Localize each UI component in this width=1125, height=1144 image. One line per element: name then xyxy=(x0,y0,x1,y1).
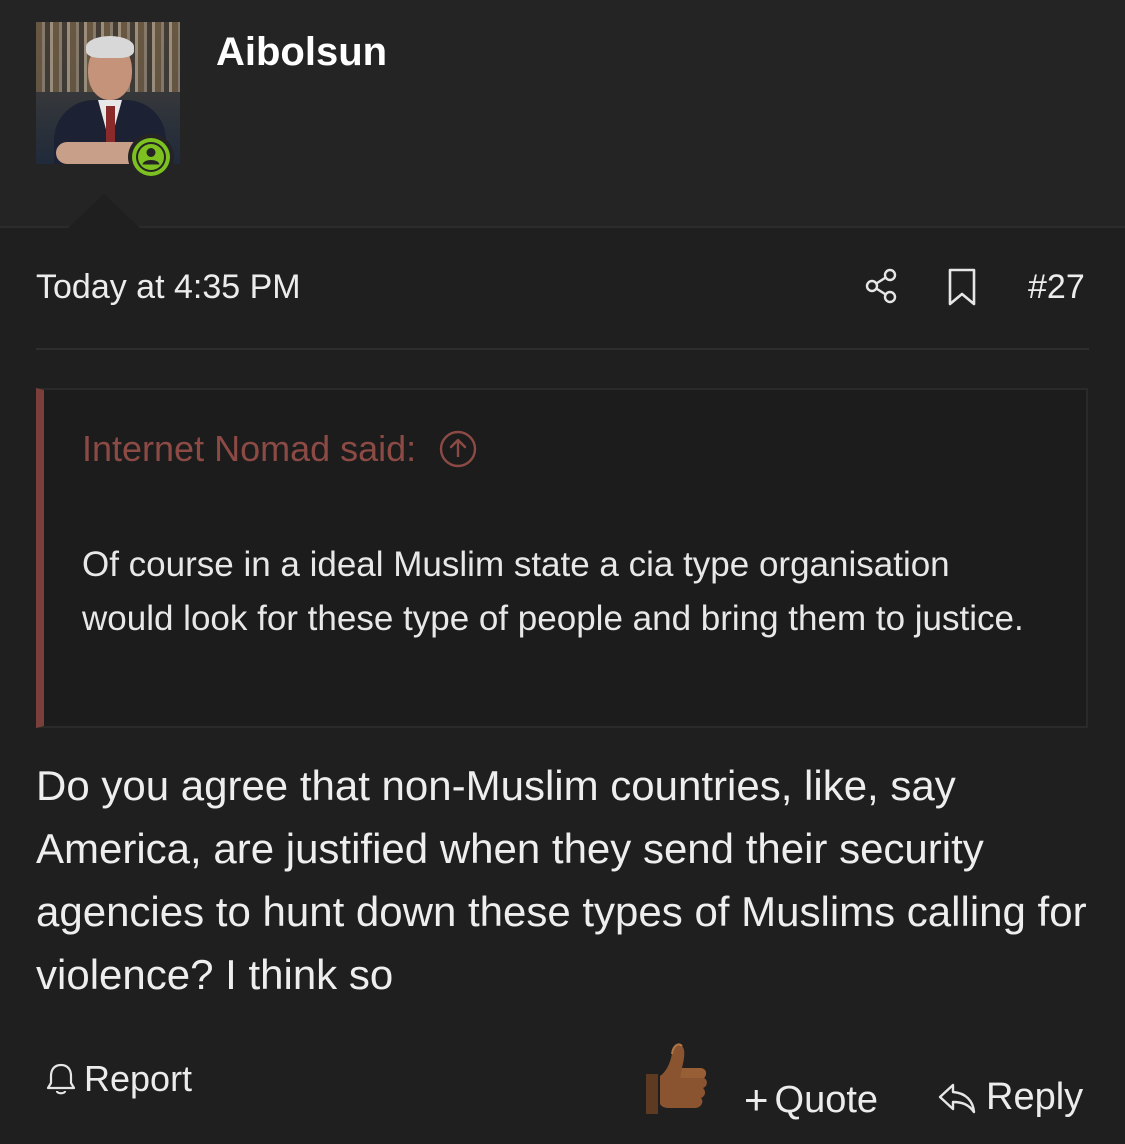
header-pointer xyxy=(68,194,140,228)
quote-button[interactable]: + Quote xyxy=(744,1076,878,1124)
post-number-link[interactable]: #27 xyxy=(1028,268,1085,307)
quote-author-label[interactable]: Internet Nomad said: xyxy=(82,428,416,470)
reply-label: Reply xyxy=(986,1076,1084,1118)
arrow-up-circle-icon[interactable] xyxy=(438,429,478,469)
report-button[interactable]: Report xyxy=(44,1058,192,1100)
bell-icon xyxy=(44,1060,78,1098)
online-status-icon xyxy=(128,134,174,180)
thumbs-up-icon[interactable] xyxy=(636,1038,712,1123)
quote-attribution[interactable]: Internet Nomad said: xyxy=(82,428,478,470)
header-divider xyxy=(0,226,1125,228)
plus-icon: + xyxy=(744,1076,769,1123)
reply-icon xyxy=(936,1079,978,1117)
bookmark-icon[interactable] xyxy=(944,266,980,313)
share-icon[interactable] xyxy=(862,266,902,311)
post-timestamp[interactable]: Today at 4:35 PM xyxy=(36,268,301,307)
reply-button[interactable]: Reply xyxy=(936,1076,1083,1119)
author-username[interactable]: Aibolsun xyxy=(216,30,387,75)
report-label: Report xyxy=(84,1058,193,1099)
meta-divider xyxy=(36,348,1089,350)
quote-label: Quote xyxy=(774,1078,879,1121)
post-body: Do you agree that non-Muslim countries, … xyxy=(36,762,1087,998)
quote-text: Of course in a ideal Muslim state a cia … xyxy=(82,545,1024,638)
